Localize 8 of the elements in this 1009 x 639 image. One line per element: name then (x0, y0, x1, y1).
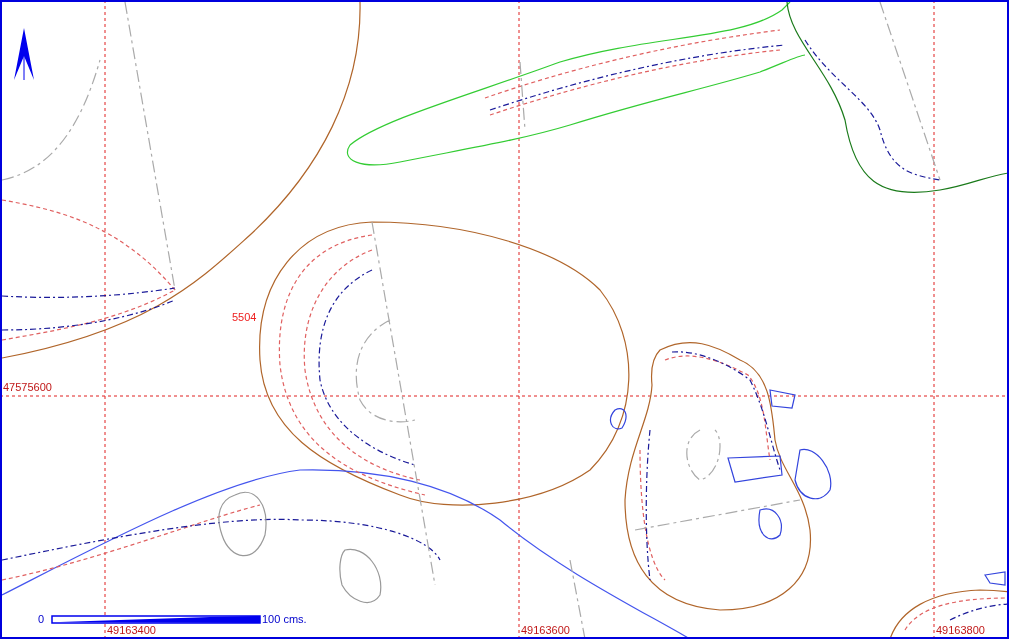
north-arrow-icon (14, 28, 34, 81)
scale-start-label: 0 (38, 613, 45, 625)
northing-label: 47575600 (3, 381, 52, 393)
easting-label: 49163400 (107, 624, 156, 636)
easting-label: 49163600 (521, 624, 570, 636)
scale-end-label: 100 cms. (262, 613, 307, 625)
feature-label: 5504 (232, 311, 257, 323)
easting-label: 49163800 (936, 624, 985, 636)
